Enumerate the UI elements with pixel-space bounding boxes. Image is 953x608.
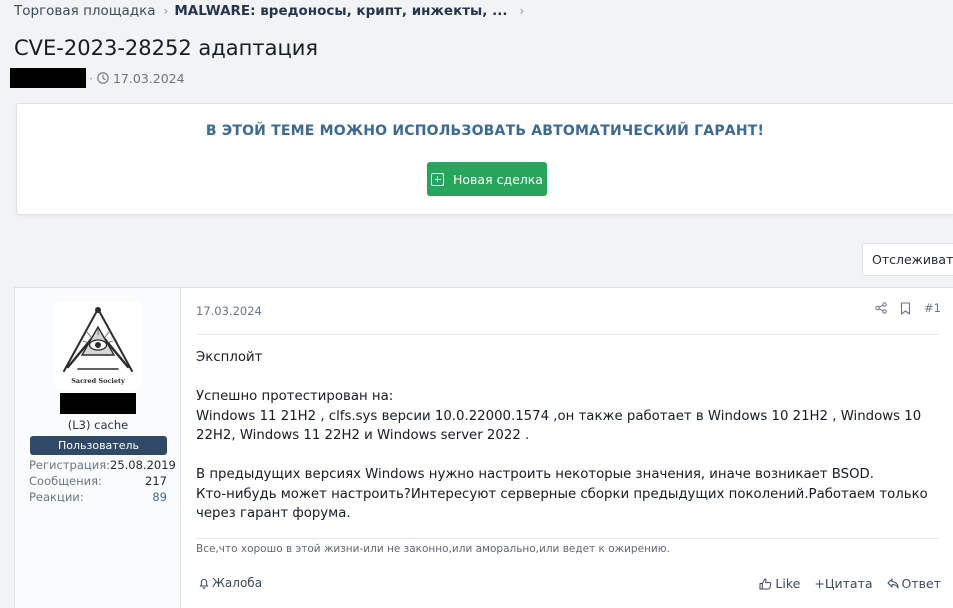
- signature-divider: [196, 538, 939, 539]
- stat-label: Сообщения:: [29, 474, 102, 488]
- post-number[interactable]: #1: [924, 301, 941, 315]
- quote-button[interactable]: +Цитата: [814, 576, 872, 591]
- guarantee-notice: В ЭТОЙ ТЕМЕ МОЖНО ИСПОЛЬЗОВАТЬ АВТОМАТИЧ…: [16, 103, 953, 215]
- chevron-right-icon: ›: [519, 4, 525, 18]
- avatar[interactable]: Sacred Society: [54, 301, 142, 389]
- thread-meta: · 17.03.2024: [10, 68, 185, 88]
- page-title: CVE-2023-28252 адаптация: [14, 36, 319, 60]
- post-footer-actions: Like +Цитата Ответ: [759, 576, 941, 591]
- new-deal-label: Новая сделка: [453, 171, 543, 187]
- reply-button[interactable]: Ответ: [887, 576, 941, 591]
- redacted-author-name: [10, 68, 86, 88]
- new-deal-button[interactable]: Новая сделка: [427, 162, 547, 196]
- share-icon[interactable]: [875, 302, 887, 314]
- clock-icon: [97, 72, 109, 84]
- bell-icon: [199, 578, 209, 589]
- redacted-username: [60, 393, 136, 414]
- stat-label: Регистрация:: [29, 458, 110, 472]
- stat-value-link[interactable]: 89: [152, 489, 167, 505]
- thread-date[interactable]: 17.03.2024: [113, 71, 185, 86]
- post-text-line: Windows 11 21H2 , clfs.sys версии 10.0.2…: [196, 408, 922, 444]
- stat-label: Реакции:: [29, 490, 84, 504]
- post-actions: #1: [875, 301, 941, 315]
- avatar-caption: Sacred Society: [71, 377, 125, 385]
- bookmark-icon[interactable]: [900, 301, 911, 315]
- post-date[interactable]: 17.03.2024: [196, 304, 262, 318]
- like-label: Like: [775, 576, 801, 591]
- reply-icon: [887, 578, 899, 589]
- user-stats: Регистрация: 25.08.2019 Сообщения: 217 Р…: [29, 457, 176, 505]
- meta-separator: ·: [89, 70, 93, 86]
- breadcrumb: Торговая площадка › MALWARE: вредоносы, …: [14, 3, 530, 19]
- stat-row-reactions: Реакции: 89: [29, 489, 167, 505]
- report-button[interactable]: Жалоба: [198, 576, 262, 590]
- thumbs-up-icon: [759, 578, 772, 589]
- like-button[interactable]: Like: [759, 576, 800, 591]
- user-title: (L3) cache: [67, 418, 129, 432]
- plus-square-icon: [431, 172, 444, 186]
- watch-button[interactable]: Отслеживать: [862, 243, 953, 276]
- user-role-badge: Пользователь: [30, 436, 167, 455]
- post-user-column: Sacred Society (L3) cache Пользователь Р…: [15, 288, 181, 608]
- post-text-line: В предыдущих версиях Windows нужно настр…: [196, 467, 875, 482]
- post: Sacred Society (L3) cache Пользователь Р…: [14, 287, 953, 608]
- quote-label: +Цитата: [814, 576, 873, 591]
- chevron-right-icon: ›: [163, 4, 169, 18]
- notice-text: В ЭТОЙ ТЕМЕ МОЖНО ИСПОЛЬЗОВАТЬ АВТОМАТИЧ…: [205, 123, 765, 139]
- breadcrumb-item-marketplace[interactable]: Торговая площадка: [14, 3, 156, 19]
- reply-label: Ответ: [901, 576, 941, 591]
- stat-value: 25.08.2019: [110, 458, 176, 472]
- post-body: Эксплойт Успешно протестирован на: Windo…: [196, 348, 941, 524]
- post-text-line: Успешно протестирован на:: [196, 389, 394, 404]
- stat-row-messages: Сообщения: 217: [29, 473, 167, 489]
- stat-value: 217: [145, 474, 167, 488]
- post-text-line: Эксплойт: [196, 350, 263, 365]
- stat-row-registration: Регистрация: 25.08.2019: [29, 457, 176, 473]
- signature: Все,что хорошо в этой жизни-или не закон…: [196, 543, 670, 555]
- post-divider: [196, 334, 939, 335]
- breadcrumb-item-malware[interactable]: MALWARE: вредоносы, крипт, инжекты, ...: [174, 3, 507, 19]
- report-label: Жалоба: [212, 576, 263, 590]
- post-text-line: Кто-нибудь может настроить?Интересуют се…: [196, 486, 928, 522]
- masonic-emblem-icon: Sacred Society: [54, 301, 142, 389]
